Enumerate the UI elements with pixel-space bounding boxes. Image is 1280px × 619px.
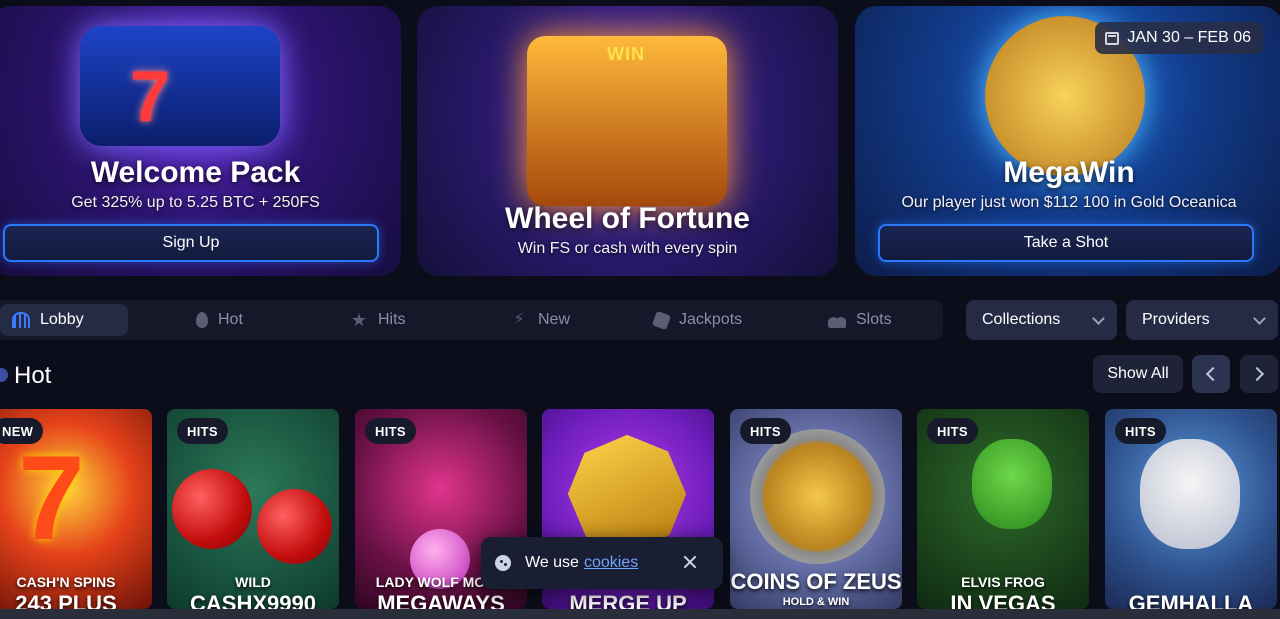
game-title-line2: MEGAWAYS bbox=[377, 593, 505, 609]
providers-dropdown[interactable]: Providers bbox=[1126, 300, 1278, 340]
tab-label: Hot bbox=[218, 311, 243, 328]
game-title-line1: ELVIS FROG bbox=[961, 574, 1045, 590]
game-card[interactable]: NEW CASH'N SPINS 243 PLUS bbox=[0, 409, 152, 609]
tab-label: Jackpots bbox=[679, 311, 743, 328]
banner-title: MegaWin bbox=[1003, 156, 1135, 189]
take-a-shot-button[interactable]: Take a Shot bbox=[878, 224, 1254, 262]
game-title-line2: MERGE UP bbox=[569, 593, 687, 609]
tab-jackpots[interactable]: Jackpots bbox=[642, 304, 754, 336]
carousel-next-button[interactable] bbox=[1240, 355, 1278, 393]
tab-label: Lobby bbox=[40, 311, 84, 328]
cherry-icon bbox=[828, 312, 846, 328]
game-title-line2: HOLD & WIN bbox=[782, 597, 850, 608]
megawin-banner[interactable]: JAN 30 – FEB 06 MegaWin Our player just … bbox=[855, 6, 1280, 276]
game-title: GEMHALLA bbox=[1105, 593, 1277, 609]
category-tabs: Lobby Hot ★ Hits ⚡ New Jackpots Slots bbox=[0, 300, 943, 340]
game-title-line2: CASHX9990 bbox=[190, 593, 316, 609]
game-badge: HITS bbox=[927, 418, 978, 444]
cookie-toast: We use cookies bbox=[481, 537, 723, 589]
carousel-prev-button[interactable] bbox=[1192, 355, 1230, 393]
sign-up-button[interactable]: Sign Up bbox=[3, 224, 379, 262]
welcome-pack-banner[interactable]: Welcome Pack Get 325% up to 5.25 BTC + 2… bbox=[0, 6, 401, 276]
section-title: Hot bbox=[14, 362, 52, 389]
tab-label: Hits bbox=[378, 311, 406, 328]
tab-label: Slots bbox=[856, 311, 892, 328]
chevron-down-icon bbox=[1092, 312, 1105, 325]
date-range-chip: JAN 30 – FEB 06 bbox=[1095, 22, 1263, 54]
close-icon[interactable] bbox=[683, 555, 697, 569]
game-badge: HITS bbox=[1115, 418, 1166, 444]
dropdown-label: Collections bbox=[982, 311, 1061, 328]
bolt-icon: ⚡ bbox=[513, 311, 525, 328]
wheel-of-fortune-banner[interactable]: Wheel of Fortune Win FS or cash with eve… bbox=[417, 6, 838, 276]
game-card[interactable]: HITS GEMHALLA bbox=[1105, 409, 1277, 609]
slot-machine-illustration bbox=[417, 6, 838, 206]
tab-hits[interactable]: ★ Hits bbox=[338, 304, 418, 336]
banner-subtitle: Our player just won $112 100 in Gold Oce… bbox=[901, 194, 1237, 211]
game-title-line1: WILD bbox=[235, 574, 271, 590]
tab-hot[interactable]: Hot bbox=[184, 304, 255, 336]
game-title-line2: GEMHALLA bbox=[1128, 593, 1254, 609]
section-icon bbox=[0, 368, 8, 382]
cookie-text: We use bbox=[525, 554, 579, 571]
game-badge: HITS bbox=[177, 418, 228, 444]
slot-reel-illustration bbox=[0, 6, 401, 166]
banner-subtitle: Get 325% up to 5.25 BTC + 250FS bbox=[71, 194, 320, 211]
bottom-scrollbar[interactable] bbox=[0, 609, 1280, 619]
show-all-button[interactable]: Show All bbox=[1093, 355, 1183, 393]
tab-new[interactable]: ⚡ New bbox=[498, 304, 582, 336]
banner-title: Welcome Pack bbox=[90, 156, 301, 189]
calendar-icon bbox=[1105, 31, 1120, 45]
chevron-down-icon bbox=[1253, 312, 1266, 325]
game-title-line1: COINS OF ZEUS bbox=[730, 569, 902, 594]
game-title: ELVIS FROG IN VEGAS bbox=[917, 575, 1089, 609]
tab-lobby[interactable]: Lobby bbox=[0, 304, 128, 336]
star-icon: ★ bbox=[350, 310, 368, 330]
lobby-icon bbox=[12, 312, 30, 328]
dropdown-label: Providers bbox=[1142, 311, 1210, 328]
game-title: WILD CASHX9990 bbox=[167, 575, 339, 609]
game-badge: NEW bbox=[0, 418, 44, 444]
cookie-icon bbox=[495, 555, 511, 571]
banner-title: Wheel of Fortune bbox=[505, 202, 750, 235]
game-title-line2: IN VEGAS bbox=[950, 593, 1056, 609]
fire-icon bbox=[196, 312, 208, 328]
game-card[interactable]: HITS ELVIS FROG IN VEGAS bbox=[917, 409, 1089, 609]
cookies-link[interactable]: cookies bbox=[584, 554, 638, 572]
game-card[interactable]: HITS WILD CASHX9990 bbox=[167, 409, 339, 609]
tab-slots[interactable]: Slots bbox=[816, 304, 904, 336]
game-badge: HITS bbox=[365, 418, 416, 444]
collections-dropdown[interactable]: Collections bbox=[966, 300, 1117, 340]
game-title: COINS OF ZEUS HOLD & WIN bbox=[730, 571, 902, 609]
game-card[interactable]: HITS COINS OF ZEUS HOLD & WIN bbox=[730, 409, 902, 609]
game-title-line1: CASH'N SPINS bbox=[16, 574, 116, 590]
tab-label: New bbox=[538, 311, 571, 328]
dice-icon bbox=[651, 310, 672, 330]
banner-subtitle: Win FS or cash with every spin bbox=[517, 240, 738, 257]
game-title-line2: 243 PLUS bbox=[15, 593, 117, 609]
game-title: MERGE UP bbox=[542, 593, 714, 609]
game-title: CASH'N SPINS 243 PLUS bbox=[0, 575, 152, 609]
date-range-label: JAN 30 – FEB 06 bbox=[1127, 29, 1251, 46]
game-badge: HITS bbox=[740, 418, 791, 444]
